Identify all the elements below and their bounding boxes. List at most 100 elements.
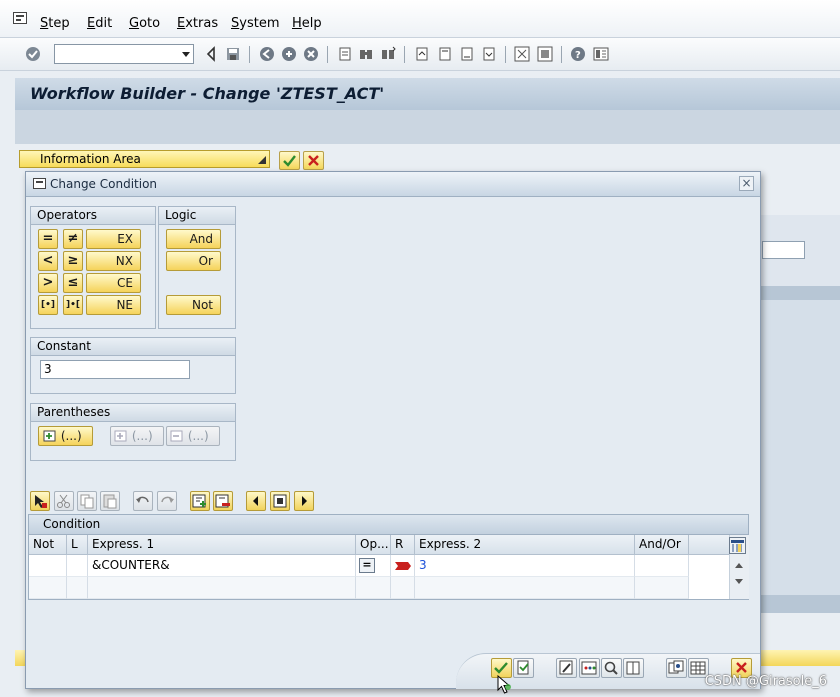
cell-and-or[interactable] [635, 555, 689, 577]
column-header-and-or[interactable]: And/Or [635, 535, 689, 555]
check-condition-button[interactable] [513, 658, 534, 678]
parentheses-heading: Parentheses [37, 405, 111, 419]
greater-than-operator-button[interactable]: > [38, 273, 58, 293]
column-header-operator[interactable]: Op... [356, 535, 391, 555]
save-icon[interactable] [225, 46, 241, 62]
empty-cell[interactable] [635, 577, 689, 599]
menu-help[interactable]: Help [292, 16, 322, 31]
cell-l[interactable] [67, 555, 88, 577]
back-arrow-icon[interactable] [203, 46, 219, 62]
layout-menu-icon[interactable] [593, 46, 609, 62]
cut-button[interactable] [54, 491, 74, 511]
exists-operator-button[interactable]: EX [86, 229, 141, 249]
empty-cell[interactable] [29, 577, 67, 599]
back-icon[interactable] [259, 46, 275, 62]
less-than-operator-button[interactable]: < [38, 251, 58, 271]
redo-button[interactable] [157, 491, 177, 511]
delete-parentheses-button[interactable]: (...) [166, 426, 220, 446]
column-header-express-1[interactable]: Express. 1 [88, 535, 356, 555]
next-button[interactable] [294, 491, 314, 511]
and-button[interactable]: And [166, 229, 221, 249]
column-header-not[interactable]: Not [29, 535, 67, 555]
expand-corner-icon [258, 156, 266, 164]
equal-operator-button[interactable]: = [38, 229, 58, 249]
chevron-down-icon[interactable] [182, 52, 190, 57]
paste-icon [103, 494, 117, 509]
not-between-operator-button[interactable]: ]•[ [63, 295, 83, 315]
copy-button[interactable] [77, 491, 97, 511]
empty-cell[interactable] [67, 577, 88, 599]
dialog-action-bar [26, 653, 760, 689]
cell-express-2[interactable]: 3 [415, 555, 635, 577]
enter-icon[interactable] [25, 46, 41, 62]
empty-cell[interactable] [356, 577, 391, 599]
expand-button[interactable] [270, 491, 290, 511]
undo-button[interactable] [133, 491, 153, 511]
menu-extras[interactable]: Extras [177, 16, 218, 31]
cell-r[interactable] [391, 555, 415, 577]
search-button[interactable] [601, 658, 622, 678]
column-header-l[interactable]: L [67, 535, 88, 555]
confirm-button[interactable] [279, 151, 300, 170]
not-equal-text-operator-button[interactable]: NE [86, 295, 141, 315]
print-icon[interactable] [337, 46, 353, 62]
logic-heading: Logic [165, 208, 197, 222]
shortcut-icon[interactable] [537, 46, 553, 62]
where-used-button[interactable] [666, 658, 687, 678]
expression-button[interactable] [579, 658, 600, 678]
column-settings-icon[interactable] [729, 537, 746, 554]
dialog-title-bar[interactable]: Change Condition × [26, 172, 760, 197]
scroll-down-icon[interactable] [732, 577, 746, 586]
not-exists-operator-button[interactable]: NX [86, 251, 141, 271]
paste-button[interactable] [100, 491, 120, 511]
menu-goto[interactable]: Goto [129, 16, 160, 31]
exit-icon[interactable] [281, 46, 297, 62]
edit-button[interactable] [556, 658, 577, 678]
first-page-icon[interactable] [414, 46, 430, 62]
help-icon[interactable]: ? [570, 46, 586, 62]
previous-page-icon[interactable] [437, 46, 453, 62]
select-cursor-icon [35, 495, 47, 508]
documentation-button[interactable] [623, 658, 644, 678]
cell-express-1[interactable]: &COUNTER& [88, 555, 356, 577]
not-button[interactable]: Not [166, 295, 221, 315]
menu-step[interactable]: Step [40, 16, 70, 31]
contains-operator-button[interactable]: CE [86, 273, 141, 293]
command-field[interactable] [54, 44, 194, 64]
insert-parentheses-button[interactable]: (...) [38, 426, 93, 446]
previous-button[interactable] [246, 491, 266, 511]
insert-line-button[interactable] [190, 491, 210, 511]
not-equal-operator-button[interactable]: ≠ [63, 229, 83, 249]
constant-input[interactable]: 3 [40, 360, 190, 379]
find-icon[interactable] [358, 46, 374, 62]
empty-cell[interactable] [391, 577, 415, 599]
or-button[interactable]: Or [166, 251, 221, 271]
last-page-icon[interactable] [481, 46, 497, 62]
information-area-button[interactable]: Information Area [19, 150, 270, 168]
menu-edit[interactable]: Edit [87, 16, 112, 31]
cancel-button[interactable] [303, 151, 324, 170]
dialog-close-button[interactable]: × [739, 176, 754, 191]
menu-system[interactable]: System [231, 16, 280, 31]
information-area-label: Information Area [40, 152, 141, 166]
empty-cell[interactable] [415, 577, 635, 599]
less-equal-operator-button[interactable]: ≤ [63, 273, 83, 293]
cell-operator[interactable]: = [356, 555, 391, 577]
scroll-up-icon[interactable] [732, 561, 746, 570]
menu-icon[interactable] [13, 12, 27, 24]
copy-icon [80, 494, 94, 509]
remove-row-icon [114, 430, 127, 442]
find-next-icon[interactable] [380, 46, 396, 62]
column-header-express-2[interactable]: Express. 2 [415, 535, 635, 555]
delete-line-button[interactable] [213, 491, 233, 511]
next-page-icon[interactable] [459, 46, 475, 62]
empty-cell[interactable] [88, 577, 356, 599]
cell-not[interactable] [29, 555, 67, 577]
between-operator-button[interactable]: [•] [38, 295, 58, 315]
column-header-r[interactable]: R [391, 535, 415, 555]
create-session-icon[interactable] [514, 46, 530, 62]
select-cell-button[interactable] [30, 491, 50, 511]
remove-parentheses-button[interactable]: (...) [110, 426, 164, 446]
cancel-icon[interactable] [303, 46, 319, 62]
greater-equal-operator-button[interactable]: ≥ [63, 251, 83, 271]
